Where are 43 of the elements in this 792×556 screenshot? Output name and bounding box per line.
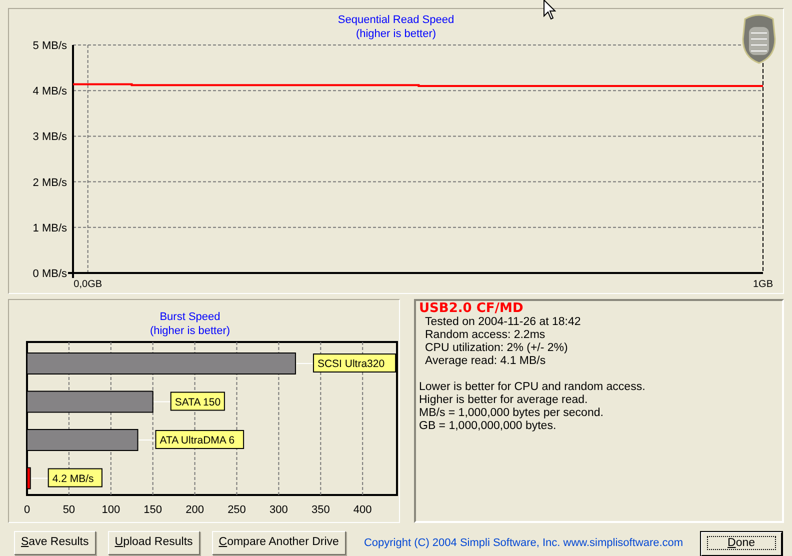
axis-tick-label: 5 MB/s	[32, 40, 67, 52]
axis-tick-label: 100	[102, 504, 120, 516]
result-detail: Tested on 2004-11-26 at 18:42	[424, 316, 581, 329]
axis-tick-label: 1 MB/s	[32, 222, 67, 234]
leader-line	[153, 401, 172, 402]
note-text: Higher is better for average read.	[419, 394, 588, 407]
axis-tick-label: 3 MB/s	[32, 131, 67, 144]
axis-tick-label: 0,0GB	[74, 279, 102, 290]
leader-line	[296, 363, 314, 364]
chart-title: (higher is better)	[356, 28, 436, 40]
compare-drive-button[interactable]: Compare Another Drive	[212, 530, 346, 555]
copyright-text: Copyright (C) 2004 Simpli Software, Inc. www.simplisoftware.com	[364, 536, 684, 551]
result-detail: CPU utilization: 2% (+/- 2%)	[424, 342, 568, 355]
note-text: GB = 1,000,000,000 bytes.	[419, 420, 556, 433]
axis-tick-label: 150	[144, 504, 162, 516]
axis-tick-label: 300	[270, 504, 288, 516]
chart-title: Burst Speed	[160, 311, 220, 323]
axis-tick-label: 250	[228, 504, 246, 516]
drive-name: USB2.0 CF/MD	[419, 302, 524, 316]
leader-line	[30, 478, 49, 479]
mouse-pointer-icon	[543, 0, 556, 20]
axis-tick-label: 1GB	[753, 279, 773, 290]
bar-label: ATA UltraDMA 6	[160, 434, 235, 446]
note-text: MB/s = 1,000,000 bytes per second.	[419, 407, 604, 420]
axis-tick-label: 400	[353, 504, 372, 516]
axis-tick-label: 2 MB/s	[32, 176, 67, 189]
bar-label: SCSI Ultra320	[317, 358, 385, 370]
axis-tick-label: 350	[311, 504, 330, 516]
result-detail: Random access: 2.2ms	[424, 329, 546, 342]
done-button[interactable]: Done	[700, 532, 782, 556]
note-text: Lower is better for CPU and random access.	[419, 381, 646, 394]
bar-label: SATA 150	[174, 396, 221, 408]
axis-tick-label: 0 MB/s	[32, 268, 67, 280]
chart-title: (higher is better)	[150, 325, 230, 337]
chart-title: Sequential Read Speed	[338, 14, 454, 26]
result-detail: Average read: 4.1 MB/s	[424, 355, 546, 368]
bar-label: 4.2 MB/s	[52, 472, 94, 485]
axis-tick-label: 50	[62, 504, 76, 516]
axis-tick-label: 4 MB/s	[32, 86, 67, 98]
upload-results-button[interactable]: Upload Results	[108, 530, 200, 555]
save-results-button[interactable]: Save Results	[14, 530, 96, 555]
axis-tick-label: 200	[186, 504, 204, 516]
axis-tick-label: 0	[24, 504, 30, 516]
